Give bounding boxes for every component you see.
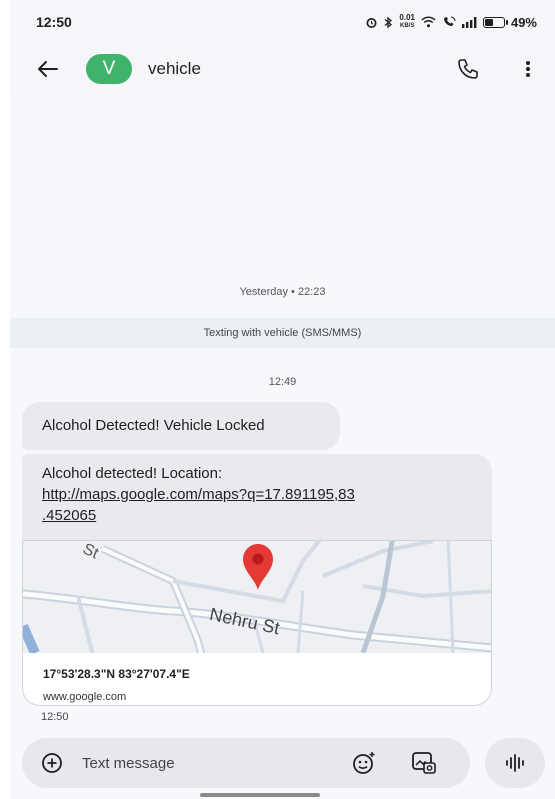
- message-bubble-location[interactable]: Alcohol detected! Location: http://maps.…: [22, 454, 492, 706]
- wifi-icon: [421, 16, 436, 28]
- more-vert-icon: [526, 61, 530, 77]
- voice-message-button[interactable]: [485, 738, 545, 788]
- battery-icon: [482, 16, 508, 28]
- net-speed-value: 0.01: [399, 13, 415, 22]
- link-domain: www.google.com: [43, 691, 127, 703]
- map-link[interactable]: http://maps.google.com/maps?q=17.891195,…: [42, 486, 355, 524]
- status-time: 12:50: [36, 14, 72, 30]
- emoji-icon: [353, 752, 375, 774]
- gallery-icon: [412, 752, 436, 774]
- avatar-letter: V: [102, 58, 116, 79]
- call-button[interactable]: [449, 49, 489, 89]
- message-text: Alcohol detected! Location:: [42, 465, 223, 482]
- message-text: Alcohol Detected! Vehicle Locked: [42, 417, 265, 434]
- emoji-button[interactable]: [344, 743, 384, 783]
- network-speed: 0.01 KB/S: [399, 14, 415, 30]
- messages-screen: 12:50 0.01 KB/S 49% V vehicle Yesterday …: [10, 0, 555, 799]
- map-preview[interactable]: St Nehru St: [23, 541, 491, 653]
- location-coordinates: 17°53'28.3"N 83°27'07.4"E: [43, 667, 190, 681]
- message-timestamp: 12:50: [41, 711, 69, 723]
- phone-icon: [458, 59, 478, 79]
- net-speed-unit: KB/S: [400, 23, 415, 29]
- conversation-header: V vehicle: [10, 44, 555, 94]
- home-indicator[interactable]: [200, 793, 320, 797]
- compose-bar: [22, 738, 470, 788]
- time-separator: 12:49: [268, 376, 297, 388]
- gallery-button[interactable]: [404, 743, 444, 783]
- contact-name[interactable]: vehicle: [148, 59, 201, 79]
- status-bar: 12:50 0.01 KB/S 49%: [10, 0, 555, 44]
- back-button[interactable]: [28, 49, 68, 89]
- add-attachment-button[interactable]: [32, 743, 72, 783]
- wifi-calling-icon: [442, 16, 456, 28]
- message-input[interactable]: [82, 754, 322, 772]
- alarm-icon: [365, 16, 378, 29]
- link-preview-card[interactable]: St Nehru St 17°53'28.3"N 83°27'07.4"E ww…: [22, 540, 492, 706]
- back-arrow-icon: [38, 61, 58, 77]
- status-icons: 0.01 KB/S 49%: [365, 14, 537, 30]
- map-pin-icon: [243, 544, 273, 590]
- contact-avatar[interactable]: V: [86, 54, 132, 84]
- message-bubble[interactable]: Alcohol Detected! Vehicle Locked: [22, 402, 340, 450]
- message-list[interactable]: Yesterday • 22:23 Texting with vehicle (…: [10, 94, 555, 734]
- signal-icon: [461, 16, 477, 28]
- battery-percent: 49%: [510, 14, 537, 30]
- date-separator: Yesterday • 22:23: [239, 286, 326, 298]
- bluetooth-icon: [384, 16, 393, 29]
- message-body: Alcohol detected! Location: http://maps.…: [22, 454, 492, 540]
- add-icon: [42, 753, 62, 773]
- texting-banner: Texting with vehicle (SMS/MMS): [10, 318, 555, 348]
- texting-banner-text: Texting with vehicle (SMS/MMS): [203, 327, 362, 339]
- more-options-button[interactable]: [513, 49, 543, 89]
- battery-level-fill: [484, 18, 494, 26]
- map-link-line2: .452065: [42, 507, 97, 524]
- voice-icon: [506, 754, 524, 772]
- map-link-line1: http://maps.google.com/maps?q=17.891195,…: [42, 486, 355, 503]
